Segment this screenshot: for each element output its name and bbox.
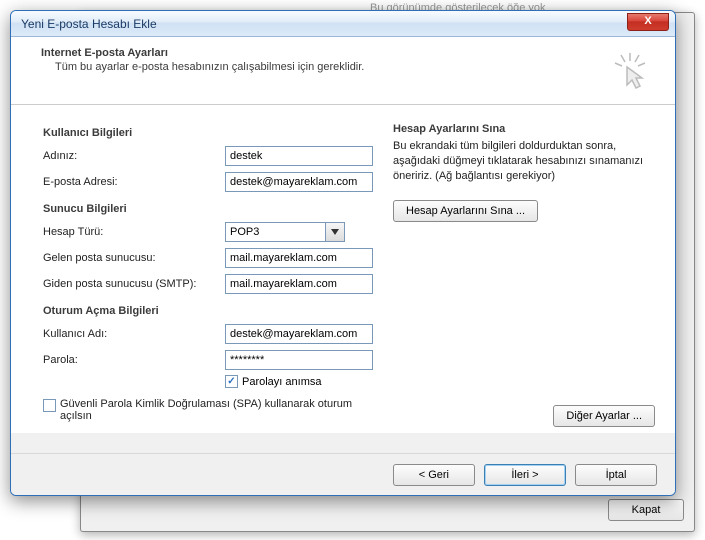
- label-email: E-posta Adresi:: [43, 176, 225, 188]
- header-panel: Internet E-posta Ayarları Tüm bu ayarlar…: [11, 37, 675, 105]
- more-settings-button[interactable]: Diğer Ayarlar ...: [553, 405, 655, 427]
- header-subtitle: Tüm bu ayarlar e-posta hesabınızın çalış…: [41, 61, 655, 73]
- label-outgoing-server: Giden posta sunucusu (SMTP):: [43, 278, 225, 290]
- footer-spacer: [11, 433, 675, 453]
- spa-row[interactable]: Güvenli Parola Kimlik Doğrulaması (SPA) …: [43, 398, 383, 422]
- dialog-footer: < Geri İleri > İptal: [11, 453, 675, 496]
- test-account-settings-button[interactable]: Hesap Ayarlarını Sına ...: [393, 200, 538, 222]
- dialog-title: Yeni E-posta Hesabı Ekle: [17, 17, 157, 31]
- chevron-down-icon[interactable]: [325, 222, 345, 242]
- spa-label: Güvenli Parola Kimlik Doğrulaması (SPA) …: [60, 398, 360, 422]
- account-type-value[interactable]: [225, 222, 325, 242]
- add-email-account-dialog: Yeni E-posta Hesabı Ekle X Internet E-po…: [10, 10, 676, 496]
- section-server-info: Sunucu Bilgileri: [43, 203, 383, 215]
- password-field[interactable]: [225, 350, 373, 370]
- outgoing-server-field[interactable]: [225, 274, 373, 294]
- cursor-click-icon: [609, 51, 651, 96]
- remember-password-row[interactable]: Parolayı anımsa: [225, 375, 383, 388]
- label-account-type: Hesap Türü:: [43, 226, 225, 238]
- test-settings-heading: Hesap Ayarlarını Sına: [393, 123, 655, 135]
- left-column: Kullanıcı Bilgileri Adınız: E-posta Adre…: [43, 123, 383, 433]
- account-type-select[interactable]: [225, 222, 347, 242]
- back-button[interactable]: < Geri: [393, 464, 475, 486]
- label-username: Kullanıcı Adı:: [43, 328, 225, 340]
- close-icon[interactable]: X: [627, 13, 669, 31]
- header-title: Internet E-posta Ayarları: [41, 47, 655, 59]
- titlebar: Yeni E-posta Hesabı Ekle X: [11, 11, 675, 37]
- label-incoming-server: Gelen posta sunucusu:: [43, 252, 225, 264]
- spa-checkbox[interactable]: [43, 399, 56, 412]
- email-field[interactable]: [225, 172, 373, 192]
- remember-password-label: Parolayı anımsa: [242, 376, 321, 388]
- section-logon-info: Oturum Açma Bilgileri: [43, 305, 383, 317]
- remember-password-checkbox[interactable]: [225, 375, 238, 388]
- next-button[interactable]: İleri >: [484, 464, 566, 486]
- cancel-button[interactable]: İptal: [575, 464, 657, 486]
- username-field[interactable]: [225, 324, 373, 344]
- right-column: Hesap Ayarlarını Sına Bu ekrandaki tüm b…: [383, 123, 655, 433]
- dialog-body: Kullanıcı Bilgileri Adınız: E-posta Adre…: [11, 105, 675, 433]
- section-user-info: Kullanıcı Bilgileri: [43, 127, 383, 139]
- label-password: Parola:: [43, 354, 225, 366]
- name-field[interactable]: [225, 146, 373, 166]
- test-settings-text: Bu ekrandaki tüm bilgileri doldurduktan …: [393, 139, 655, 184]
- incoming-server-field[interactable]: [225, 248, 373, 268]
- label-name: Adınız:: [43, 150, 225, 162]
- parent-close-button[interactable]: Kapat: [608, 499, 684, 521]
